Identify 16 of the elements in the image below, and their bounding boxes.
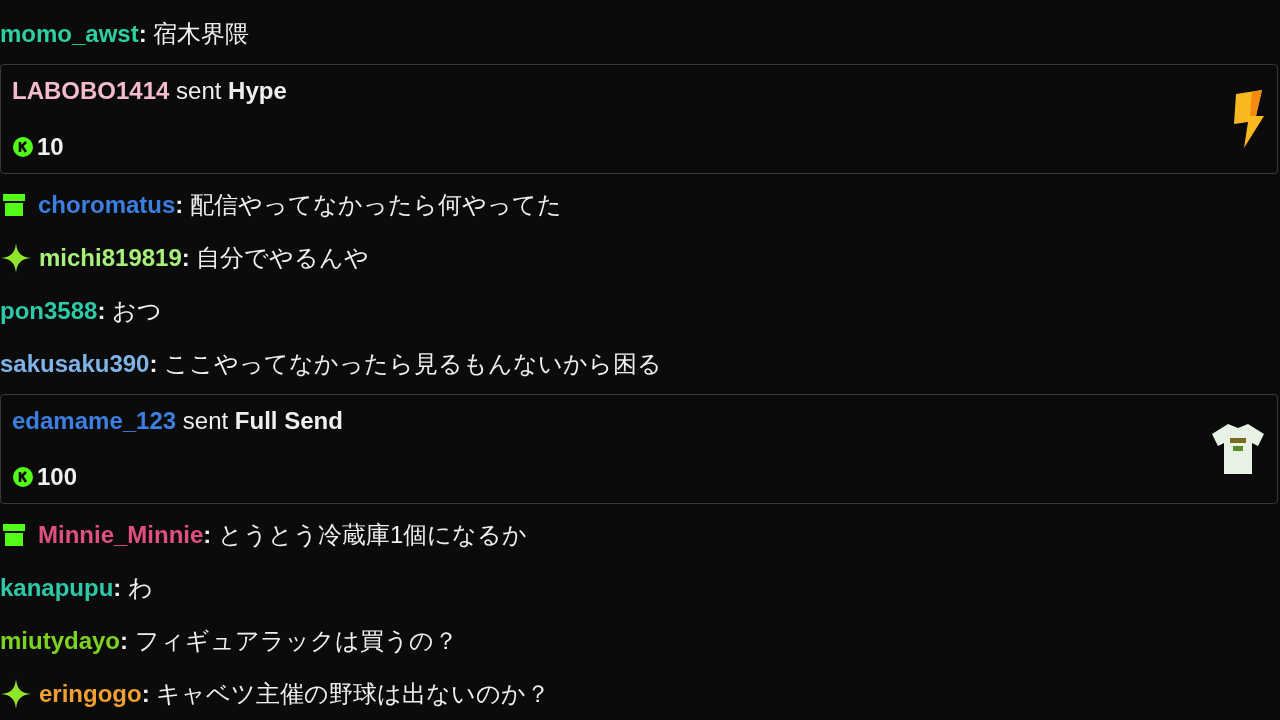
gift-amount: 10 [37, 132, 64, 162]
chat-message: pon3588: おつ [0, 295, 163, 326]
chat-message: sakusaku390: ここやってなかったら見るもんないから困る [0, 348, 663, 379]
t-shirt-icon [1210, 422, 1266, 476]
gift-title: LABOBO1414 sent Hype [12, 76, 287, 106]
gift-title: edamame_123 sent Full Send [12, 406, 343, 436]
chat-message: eringogo: キャベツ主催の野球は出ないのか？ [39, 678, 551, 709]
coin-icon [12, 136, 34, 158]
chat-message: michi819819: 自分でやるんや [39, 242, 370, 273]
coin-icon [12, 466, 34, 488]
chat-message: choromatus: 配信やってなかったら何やってた [38, 189, 563, 220]
chat-message: miutydayo: フィギュアラックは買うの？ [0, 625, 458, 656]
chat-message: Minnie_Minnie: とうとう冷蔵庫1個になるか [38, 519, 528, 550]
chat-message: kanapupu: わ [0, 572, 153, 603]
chat-message: momo_awst: 宿木界隈 [0, 18, 250, 49]
gift-amount: 100 [37, 462, 78, 492]
